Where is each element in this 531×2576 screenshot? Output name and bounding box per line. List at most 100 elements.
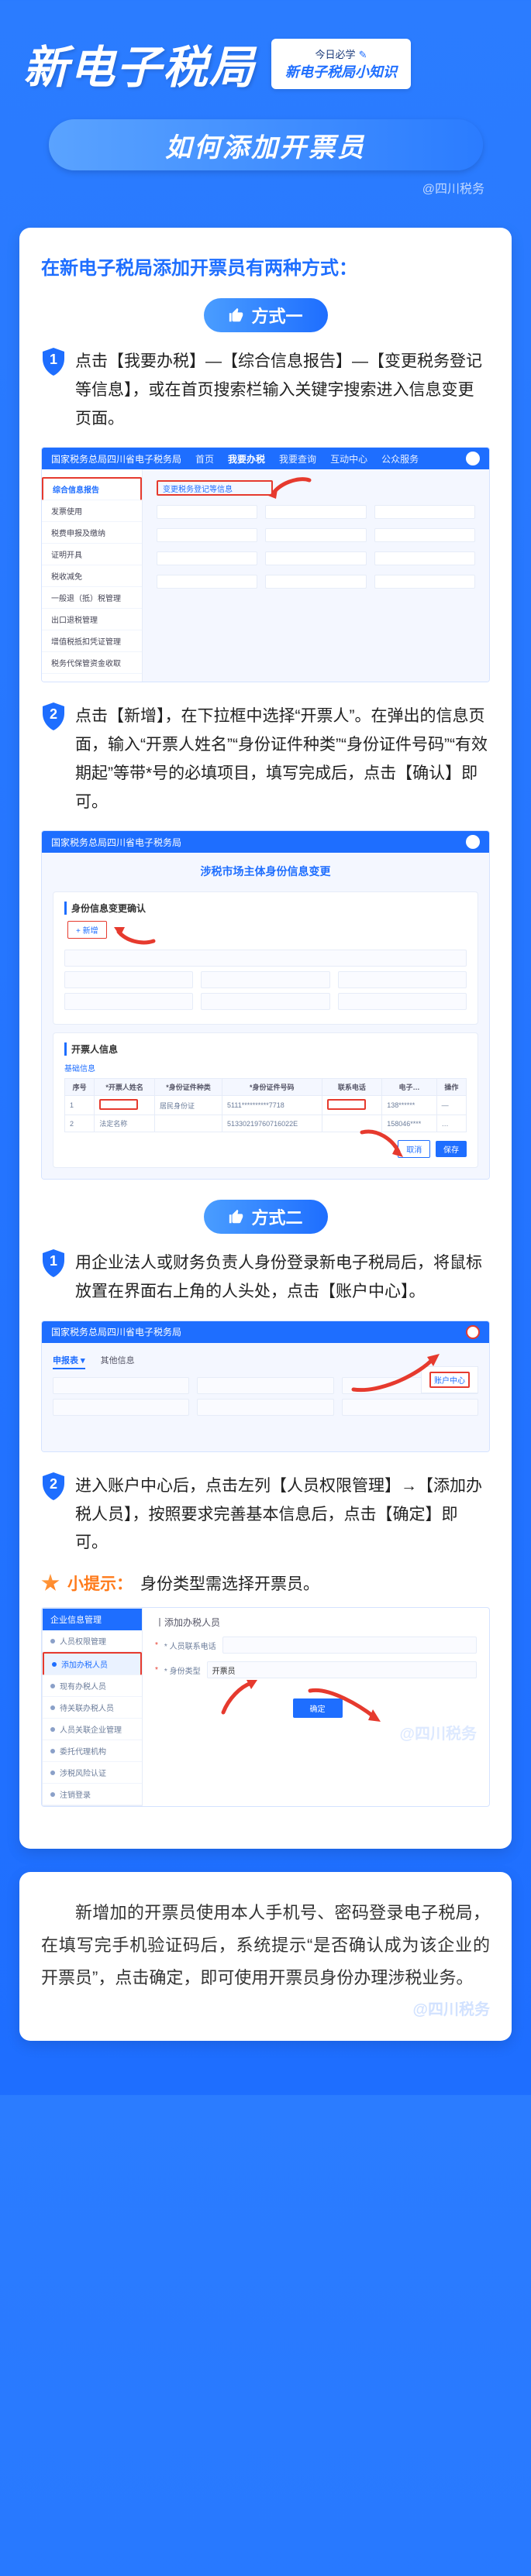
side-item-add[interactable]: 添加办税人员 <box>43 1652 142 1675</box>
invoicer-table: 序号 *开票人姓名 *身份证件种类 *身份证件号码 联系电话 电子… 操作 1 … <box>64 1078 467 1132</box>
screenshot-3: 国家税务总局四川省电子税务局 申报表 ▾ 其他信息 账户中心 <box>41 1321 490 1452</box>
sidebar-item[interactable]: 税务代保管资金收取 <box>42 652 142 674</box>
watermark-top: @四川税务 <box>23 178 508 197</box>
side-item[interactable]: 人员权限管理 <box>43 1630 142 1652</box>
th: 序号 <box>65 1079 95 1096</box>
side-item[interactable]: 待关联办税人员 <box>43 1697 142 1719</box>
m1-step1-text: 点击【我要办税】—【综合信息报告】—【变更税务登记等信息】，或在首页搜索栏输入关… <box>75 348 490 433</box>
panel-title: 开票人信息 <box>64 1042 467 1056</box>
card-main: 在新电子税局添加开票员有两种方式： 方式一 1 点击【我要办税】—【综合信息报告… <box>19 228 512 1849</box>
tabs: 申报表 ▾ 其他信息 <box>53 1354 478 1369</box>
th: *身份证件号码 <box>222 1079 322 1096</box>
panel-invoicer: 开票人信息 基础信息 序号 *开票人姓名 *身份证件种类 *身份证件号码 联系电… <box>53 1032 478 1168</box>
nav-item[interactable]: 互动中心 <box>330 452 367 465</box>
th: 操作 <box>436 1079 466 1096</box>
select-role[interactable] <box>64 950 467 967</box>
sidebar-item[interactable]: 一般退（抵）税管理 <box>42 587 142 609</box>
thumb-icon <box>228 1208 245 1225</box>
table-row: 2 法定名称 51330219760716022E 158046**** … <box>65 1115 467 1132</box>
shot-topbar: 国家税务总局四川省电子税务局 <box>42 831 489 853</box>
select-identity[interactable]: 开票员 <box>207 1661 477 1678</box>
badge: 今日必学✎ 新电子税局小知识 <box>271 39 411 89</box>
nav-item[interactable]: 我要查询 <box>279 452 316 465</box>
avatar-icon[interactable] <box>466 835 480 849</box>
subtitle-pill: 如何添加开票员 <box>49 119 483 170</box>
shot-topbar: 国家税务总局四川省电子税务局 <box>42 1321 489 1343</box>
shield-icon: 1 <box>41 1249 66 1277</box>
confirm-button[interactable]: 确定 <box>293 1698 343 1718</box>
badge-bottom: 新电子税局小知识 <box>285 61 397 81</box>
watermark: @四川税务 <box>155 1721 477 1743</box>
screenshot-1: 国家税务总局四川省电子税务局 首页 我要办税 我要查询 互动中心 公众服务 综合… <box>41 447 490 682</box>
sidebar-item[interactable]: 出口退税管理 <box>42 609 142 630</box>
add-button[interactable]: + 新增 <box>67 921 107 939</box>
account-center-link[interactable]: 账户中心 <box>429 1372 470 1388</box>
link-change-info[interactable]: 变更税务登记等信息 <box>157 480 273 496</box>
side-item[interactable]: 涉税风险认证 <box>43 1762 142 1784</box>
screenshot-2: 国家税务总局四川省电子税务局 涉税市场主体身份信息变更 身份信息变更确认 + 新… <box>41 830 490 1180</box>
sidebar-item[interactable]: 综合信息报告 <box>42 477 142 500</box>
avatar-icon[interactable] <box>466 452 480 465</box>
side-item[interactable]: 人员关联企业管理 <box>43 1719 142 1740</box>
sidebar-item[interactable]: 增值税抵扣凭证管理 <box>42 630 142 652</box>
cancel-button[interactable]: 取消 <box>398 1140 430 1158</box>
save-button[interactable]: 保存 <box>436 1141 467 1157</box>
side-permissions: 企业信息管理 人员权限管理 添加办税人员 现有办税人员 待关联办税人员 人员关联… <box>42 1608 143 1806</box>
field-label: * 人员联系电话 <box>164 1640 216 1651</box>
table-row: 1 居民身份证 5111**********7718 138****** — <box>65 1096 467 1115</box>
avatar-icon[interactable] <box>466 1325 480 1339</box>
method-chip-1: 方式一 <box>204 298 328 332</box>
panel-title: 身份信息变更确认 <box>64 902 467 915</box>
sidebar-item[interactable]: 税收减免 <box>42 565 142 587</box>
m1-step2: 2 点击【新增】，在下拉框中选择“开票人”。在弹出的信息页面，输入“开票人姓名”… <box>41 702 490 816</box>
shot-main: 变更税务登记等信息 <box>143 469 489 682</box>
shot-topbar: 国家税务总局四川省电子税务局 首页 我要办税 我要查询 互动中心 公众服务 <box>42 448 489 469</box>
sidebar-item[interactable]: 发票使用 <box>42 500 142 522</box>
input-phone[interactable] <box>327 1099 366 1110</box>
screenshot-4: 企业信息管理 人员权限管理 添加办税人员 现有办税人员 待关联办税人员 人员关联… <box>41 1607 490 1807</box>
nav-item[interactable]: 首页 <box>195 452 214 465</box>
tip-text: 身份类型需选择开票员。 <box>140 1571 319 1595</box>
m2-step1: 1 用企业法人或财务负责人身份登录新电子税局后，将鼠标放置在界面右上角的人头处，… <box>41 1249 490 1307</box>
shield-icon: 2 <box>41 1472 66 1500</box>
side-item[interactable]: 委托代理机构 <box>43 1740 142 1762</box>
m1-step2-text: 点击【新增】，在下拉框中选择“开票人”。在弹出的信息页面，输入“开票人姓名”“身… <box>75 702 490 816</box>
tab[interactable]: 申报表 ▾ <box>53 1354 85 1369</box>
side-item[interactable]: 注销登录 <box>43 1784 142 1805</box>
thumb-icon <box>228 307 245 324</box>
card-footer: 新增加的开票员使用本人手机号、密码登录电子税局，在填写完手机验证码后，系统提示“… <box>19 1872 512 2041</box>
th: 电子… <box>382 1079 436 1096</box>
m1-step1: 1 点击【我要办税】—【综合信息报告】—【变更税务登记等信息】，或在首页搜索栏输… <box>41 348 490 433</box>
tip-label: 小提示： <box>67 1571 133 1595</box>
shot-site-title: 国家税务总局四川省电子税务局 <box>51 452 181 465</box>
method-chip-2: 方式二 <box>204 1200 328 1234</box>
m2-step1-text: 用企业法人或财务负责人身份登录新电子税局后，将鼠标放置在界面右上角的人头处，点击… <box>75 1249 490 1307</box>
th: *开票人姓名 <box>95 1079 155 1096</box>
popover-account-center: 账户中心 <box>421 1366 478 1393</box>
star-icon <box>41 1574 60 1592</box>
tab[interactable]: 其他信息 <box>101 1354 135 1369</box>
header: 新电子税局 今日必学✎ 新电子税局小知识 如何添加开票员 @四川税务 <box>0 0 531 212</box>
sidebar-item[interactable]: 证明开具 <box>42 544 142 565</box>
intro-text: 在新电子税局添加开票员有两种方式： <box>41 252 490 280</box>
tip-row: 小提示： 身份类型需选择开票员。 <box>41 1571 490 1595</box>
panel-identity: 身份信息变更确认 + 新增 <box>53 891 478 1025</box>
th: *身份证件种类 <box>155 1079 222 1096</box>
nav-item[interactable]: 我要办税 <box>228 452 265 465</box>
input-phone[interactable] <box>222 1637 477 1654</box>
nav-item[interactable]: 公众服务 <box>381 452 419 465</box>
main-title: 新电子税局 <box>23 31 256 96</box>
side-header: 企业信息管理 <box>43 1609 142 1630</box>
shot-site-title: 国家税务总局四川省电子税务局 <box>51 836 181 849</box>
main-title: 丨添加办税人员 <box>155 1616 477 1629</box>
subtitle: 如何添加开票员 <box>165 126 366 164</box>
shot-sidebar: 综合信息报告 发票使用 税费申报及缴纳 证明开具 税收减免 一般退（抵）税管理 … <box>42 469 143 682</box>
field-label: * 身份类型 <box>164 1664 201 1676</box>
input-name[interactable] <box>99 1099 138 1110</box>
shield-icon: 2 <box>41 702 66 730</box>
sidebar-item[interactable]: 税费申报及缴纳 <box>42 522 142 544</box>
side-item[interactable]: 现有办税人员 <box>43 1675 142 1697</box>
m2-step2: 2 进入账户中心后，点击左列【人员权限管理】→【添加办税人员】，按照要求完善基本… <box>41 1472 490 1558</box>
shield-icon: 1 <box>41 348 66 376</box>
pen-icon: ✎ <box>359 49 367 60</box>
